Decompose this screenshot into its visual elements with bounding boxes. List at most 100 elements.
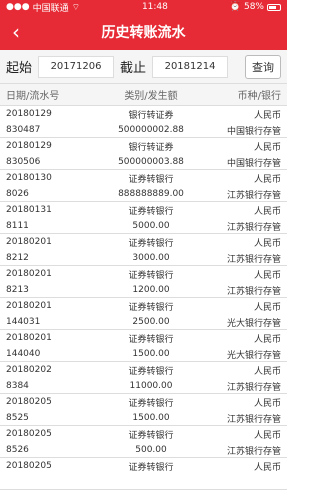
wifi-icon: ⌔ bbox=[71, 2, 81, 13]
start-date-field[interactable]: 20171206 bbox=[38, 55, 115, 78]
row-currency: 人民币 bbox=[253, 110, 281, 121]
table-row[interactable]: 20180205 证券转银行 人民币 bbox=[0, 458, 287, 490]
row-type: 证券转银行 bbox=[128, 238, 174, 249]
row-date: 20180202 bbox=[6, 365, 52, 375]
row-serial: 8213 bbox=[6, 285, 29, 295]
row-amount: 1500.00 bbox=[132, 349, 170, 359]
row-currency: 人民币 bbox=[253, 430, 281, 441]
row-date: 20180201 bbox=[6, 333, 52, 343]
row-bank: 江苏银行存管 bbox=[226, 446, 281, 457]
status-right: ⏰ 58% bbox=[230, 2, 281, 12]
row-bank: 江苏银行存管 bbox=[226, 382, 281, 393]
end-date-field[interactable]: 20181214 bbox=[152, 55, 229, 78]
row-serial: 8525 bbox=[6, 413, 29, 423]
table-row[interactable]: 20180129 银行转证券 人民币 830487 500000002.88 中国银行存管 bbox=[0, 106, 287, 138]
back-button[interactable]: ‹ bbox=[4, 14, 28, 50]
row-bank: 江苏银行存管 bbox=[226, 414, 281, 425]
row-serial: 830506 bbox=[6, 157, 41, 167]
header-date-serial: 日期/流水号 bbox=[6, 91, 60, 102]
row-serial: 8212 bbox=[6, 253, 29, 263]
status-bar: ●●● 中国联通 ⌔ 11:48 ⏰ 58% bbox=[0, 0, 287, 14]
row-currency: 人民币 bbox=[253, 174, 281, 185]
table-row[interactable]: 20180202 证券转银行 人民币 8384 11000.00 江苏银行存管 bbox=[0, 362, 287, 394]
row-bank: 江苏银行存管 bbox=[226, 222, 281, 233]
row-bank: 光大银行存管 bbox=[226, 318, 281, 329]
end-label: 截止 bbox=[120, 61, 147, 76]
row-type: 证券转银行 bbox=[128, 366, 174, 377]
row-date: 20180129 bbox=[6, 109, 52, 119]
search-button[interactable]: 查询 bbox=[245, 54, 281, 79]
row-bank: 江苏银行存管 bbox=[226, 190, 281, 201]
row-serial: 8526 bbox=[6, 445, 29, 455]
row-amount: 1200.00 bbox=[132, 285, 170, 295]
row-type: 证券转银行 bbox=[128, 302, 174, 313]
table-row[interactable]: 20180131 证券转银行 人民币 8111 5000.00 江苏银行存管 bbox=[0, 202, 287, 234]
row-currency: 人民币 bbox=[253, 142, 281, 153]
table-row[interactable]: 20180129 银行转证券 人民币 830506 500000003.88 中国银行存管 bbox=[0, 138, 287, 170]
row-amount: 500.00 bbox=[135, 445, 167, 455]
row-bank: 中国银行存管 bbox=[226, 158, 281, 169]
row-amount: 2500.00 bbox=[132, 317, 170, 327]
signal-icon: ●●● bbox=[6, 2, 30, 12]
row-currency: 人民币 bbox=[253, 206, 281, 217]
header-type-amount: 类别/发生额 bbox=[124, 91, 178, 102]
row-date: 20180201 bbox=[6, 237, 52, 247]
row-serial: 830487 bbox=[6, 125, 41, 135]
row-currency: 人民币 bbox=[253, 366, 281, 377]
row-type: 证券转银行 bbox=[128, 430, 174, 441]
table-row[interactable]: 20180201 证券转银行 人民币 8212 3000.00 江苏银行存管 bbox=[0, 234, 287, 266]
row-amount: 888888889.00 bbox=[118, 189, 184, 199]
row-serial bbox=[6, 474, 96, 490]
page-title: 历史转账流水 bbox=[101, 25, 186, 41]
row-date: 20180131 bbox=[6, 205, 52, 215]
row-currency: 人民币 bbox=[253, 270, 281, 281]
row-currency: 人民币 bbox=[253, 398, 281, 409]
row-date: 20180201 bbox=[6, 301, 52, 311]
table-row[interactable]: 20180130 证券转银行 人民币 8026 888888889.00 江苏银行存管 bbox=[0, 170, 287, 202]
row-amount: 3000.00 bbox=[132, 253, 170, 263]
row-type: 证券转银行 bbox=[128, 270, 174, 281]
carrier-label: 中国联通 bbox=[32, 3, 69, 14]
table-header: 日期/流水号 类别/发生额 币种/银行 bbox=[0, 84, 287, 106]
row-amount: 500000002.88 bbox=[118, 125, 184, 135]
row-type: 银行转证券 bbox=[128, 142, 174, 153]
row-serial: 8384 bbox=[6, 381, 29, 391]
row-currency: 人民币 bbox=[253, 238, 281, 249]
table-row[interactable]: 20180205 证券转银行 人民币 8525 1500.00 江苏银行存管 bbox=[0, 394, 287, 426]
status-left: ●●● 中国联通 ⌔ bbox=[6, 1, 80, 14]
row-date: 20180201 bbox=[6, 269, 52, 279]
row-serial: 144040 bbox=[6, 349, 41, 359]
transfer-list: 20180129 银行转证券 人民币 830487 500000002.88 中国银行存管… bbox=[0, 106, 287, 490]
chevron-left-icon: ‹ bbox=[12, 20, 20, 44]
nav-bar: ‹ 历史转账流水 bbox=[0, 14, 287, 50]
row-currency: 人民币 bbox=[253, 462, 281, 473]
row-currency: 人民币 bbox=[253, 302, 281, 313]
row-serial: 144031 bbox=[6, 317, 41, 327]
row-type: 证券转银行 bbox=[128, 334, 174, 345]
table-row[interactable]: 20180201 证券转银行 人民币 144031 2500.00 光大银行存管 bbox=[0, 298, 287, 330]
row-amount: 5000.00 bbox=[132, 221, 170, 231]
table-row[interactable]: 20180201 证券转银行 人民币 8213 1200.00 江苏银行存管 bbox=[0, 266, 287, 298]
row-type: 银行转证券 bbox=[128, 110, 174, 121]
battery-percent: 58% bbox=[243, 2, 264, 12]
row-date: 20180130 bbox=[6, 173, 52, 183]
date-query-bar: 起始 20171206 截止 20181214 查询 bbox=[0, 50, 287, 84]
row-bank bbox=[206, 474, 281, 490]
row-serial: 8111 bbox=[6, 221, 29, 231]
row-bank: 光大银行存管 bbox=[226, 350, 281, 361]
table-row[interactable]: 20180201 证券转银行 人民币 144040 1500.00 光大银行存管 bbox=[0, 330, 287, 362]
row-date: 20180205 bbox=[6, 397, 52, 407]
row-bank: 中国银行存管 bbox=[226, 126, 281, 137]
row-type: 证券转银行 bbox=[128, 462, 174, 473]
table-row[interactable]: 20180205 证券转银行 人民币 8526 500.00 江苏银行存管 bbox=[0, 426, 287, 458]
alarm-icon: ⏰ bbox=[229, 2, 241, 12]
row-type: 证券转银行 bbox=[128, 206, 174, 217]
start-label: 起始 bbox=[6, 61, 33, 76]
status-time: 11:48 bbox=[141, 2, 168, 12]
row-bank: 江苏银行存管 bbox=[226, 286, 281, 297]
row-amount: 11000.00 bbox=[129, 381, 173, 391]
row-serial: 8026 bbox=[6, 189, 29, 199]
row-date: 20180205 bbox=[6, 429, 52, 439]
row-amount: 1500.00 bbox=[132, 413, 170, 423]
battery-icon bbox=[267, 3, 281, 11]
